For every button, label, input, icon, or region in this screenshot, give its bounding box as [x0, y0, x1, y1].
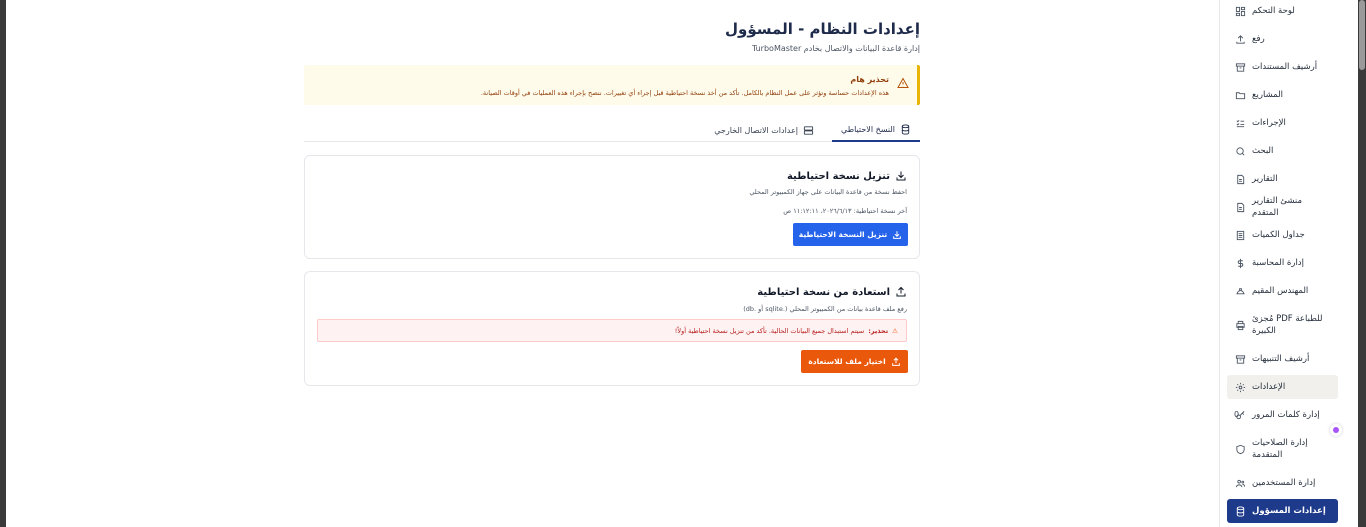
backup-download-card: تنزيل نسخة احتياطية احفظ نسخة من قاعدة ا… — [304, 155, 920, 259]
download-icon — [895, 170, 907, 182]
last-backup-timestamp: آخر نسخة احتياطية: ٢٠٢٦/٦/١٣، ١١:١٢:١١ ص — [783, 207, 907, 215]
checklist-icon — [1235, 118, 1246, 129]
sidebar-item-label: المهندس المقيم — [1252, 286, 1309, 296]
sidebar-item-label: إدارة الصلاحيات المتقدمة — [1252, 438, 1308, 460]
upload-icon — [895, 286, 907, 298]
tab-backup[interactable]: النسخ الاحتياطي — [832, 118, 920, 142]
backup-restore-card: استعادة من نسخة احتياطية رفع ملف قاعدة ب… — [304, 271, 920, 386]
tab-external-connection[interactable]: إعدادات الاتصال الخارجي — [708, 118, 820, 142]
sidebar-item-label: التقارير — [1252, 174, 1278, 184]
sidebar-item-quantity-tables[interactable]: جداول الكميات — [1227, 229, 1338, 241]
backup-card-title: تنزيل نسخة احتياطية — [787, 170, 907, 182]
shield-icon — [1235, 444, 1246, 455]
sidebar-item-upload[interactable]: رفع — [1227, 33, 1338, 45]
button-label: اختيار ملف للاستعادة — [808, 357, 886, 366]
tab-label: النسخ الاحتياطي — [841, 124, 895, 134]
sidebar-item-label: الإعدادات — [1252, 382, 1286, 392]
restore-card-description: رفع ملف قاعدة بيانات من الكمبيوتر المحلي… — [743, 305, 907, 313]
sidebar-item-label: رفع — [1252, 34, 1265, 44]
dollar-icon — [1235, 258, 1246, 269]
sidebar-item-label: إعدادات المسؤول — [1252, 506, 1326, 516]
warning-alert: تحذير هام هذه الإعدادات حساسة وتؤثر على … — [304, 65, 920, 105]
warning-text: سيتم استبدال جميع البيانات الحالية. تأكد… — [674, 326, 865, 335]
sidebar-item-label: إدارة المستخدمين — [1252, 478, 1316, 488]
printer-icon — [1235, 320, 1246, 331]
sidebar-item-label: لوحة التحكم — [1252, 6, 1295, 16]
search-icon — [1235, 146, 1246, 157]
helmet-icon — [1235, 286, 1246, 297]
window-edge-left — [0, 0, 6, 527]
sidebar-item-settings[interactable]: الإعدادات — [1227, 375, 1338, 399]
sidebar-item-admin-settings[interactable]: إعدادات المسؤول — [1227, 499, 1338, 523]
choose-restore-file-button[interactable]: اختيار ملف للاستعادة — [801, 350, 908, 373]
file-icon — [1235, 174, 1246, 185]
sidebar-item-dashboard[interactable]: لوحة التحكم — [1227, 5, 1338, 17]
sidebar-item-label: إدارة المحاسبة — [1252, 258, 1304, 268]
sidebar-item-procedures[interactable]: الإجراءات — [1227, 117, 1338, 129]
assistant-bubble[interactable] — [1330, 424, 1342, 436]
scrollbar[interactable] — [1358, 0, 1366, 527]
folder-icon — [1235, 90, 1246, 101]
sidebar-item-documents-archive[interactable]: أرشيف المستندات — [1227, 61, 1338, 73]
sidebar-item-search[interactable]: البحث — [1227, 145, 1338, 157]
warning-strong: تحذير: — [868, 326, 889, 335]
sidebar-item-resident-engineer[interactable]: المهندس المقيم — [1227, 285, 1338, 297]
sidebar-item-label: البحث — [1252, 146, 1274, 156]
sidebar-item-label: مُجزئ PDF للطباعة الكبيرة — [1252, 314, 1323, 336]
sidebar-item-password-manager[interactable]: إدارة كلمات المرور — [1227, 409, 1338, 421]
table-icon — [1235, 230, 1246, 241]
sidebar-item-users[interactable]: إدارة المستخدمين — [1227, 477, 1338, 489]
sidebar-item-label: المشاريع — [1252, 90, 1284, 100]
card-title-text: تنزيل نسخة احتياطية — [786, 170, 890, 182]
scrollbar-thumb[interactable] — [1359, 0, 1365, 70]
sidebar-item-label: أرشيف التنبيهات — [1252, 354, 1310, 364]
alert-title: تحذير هام — [850, 75, 889, 84]
backup-card-description: احفظ نسخة من قاعدة البيانات على جهاز الك… — [749, 188, 907, 196]
warning-icon: ⚠ — [892, 326, 898, 335]
download-backup-button[interactable]: تنزيل النسخة الاحتياطية — [793, 223, 908, 246]
sidebar-item-accounting[interactable]: إدارة المحاسبة — [1227, 257, 1338, 269]
tab-label: إعدادات الاتصال الخارجي — [714, 125, 798, 135]
button-label: تنزيل النسخة الاحتياطية — [798, 230, 888, 239]
page-subtitle: إدارة قاعدة البيانات والاتصال بخادم Turb… — [751, 44, 920, 53]
database-icon — [900, 123, 911, 135]
sidebar-item-reports[interactable]: التقارير — [1227, 173, 1338, 185]
card-title-text: استعادة من نسخة احتياطية — [757, 286, 890, 298]
sidebar-item-alerts-archive[interactable]: أرشيف التنبيهات — [1227, 353, 1338, 365]
restore-warning: ⚠ تحذير: سيتم استبدال جميع البيانات الحا… — [317, 319, 907, 342]
sidebar-item-pdf-splitter[interactable]: مُجزئ PDF للطباعة الكبيرة — [1227, 313, 1338, 337]
sidebar-item-advanced-report-builder[interactable]: منشئ التقارير المتقدم — [1227, 196, 1338, 218]
sidebar-item-advanced-permissions[interactable]: إدارة الصلاحيات المتقدمة — [1227, 437, 1338, 461]
file-icon — [1235, 202, 1246, 213]
password-count-badge: 0 — [1234, 410, 1240, 419]
sidebar-item-projects[interactable]: المشاريع — [1227, 89, 1338, 101]
download-icon — [892, 230, 902, 240]
archive-icon — [1235, 62, 1246, 73]
users-icon — [1235, 478, 1246, 489]
sidebar-item-label: أرشيف المستندات — [1252, 62, 1318, 72]
sidebar-item-label: الإجراءات — [1252, 118, 1286, 128]
server-icon — [803, 125, 814, 136]
archive-icon — [1235, 354, 1246, 365]
sidebar-item-label: منشئ التقارير المتقدم — [1252, 196, 1303, 218]
sidebar-item-label: إدارة كلمات المرور — [1252, 410, 1320, 420]
alert-text: هذه الإعدادات حساسة وتؤثر على عمل النظام… — [480, 89, 889, 97]
restore-card-title: استعادة من نسخة احتياطية — [757, 286, 907, 298]
gear-icon — [1235, 382, 1246, 393]
upload-icon — [1235, 34, 1246, 45]
settings-tabs: النسخ الاحتياطي إعدادات الاتصال الخارجي — [304, 118, 920, 142]
upload-icon — [891, 357, 901, 367]
page-title: إعدادات النظام - المسؤول — [725, 20, 920, 38]
dashboard-icon — [1235, 6, 1246, 17]
database-icon — [1235, 505, 1246, 517]
sidebar-item-label: جداول الكميات — [1252, 230, 1305, 240]
warning-triangle-icon — [897, 74, 909, 88]
